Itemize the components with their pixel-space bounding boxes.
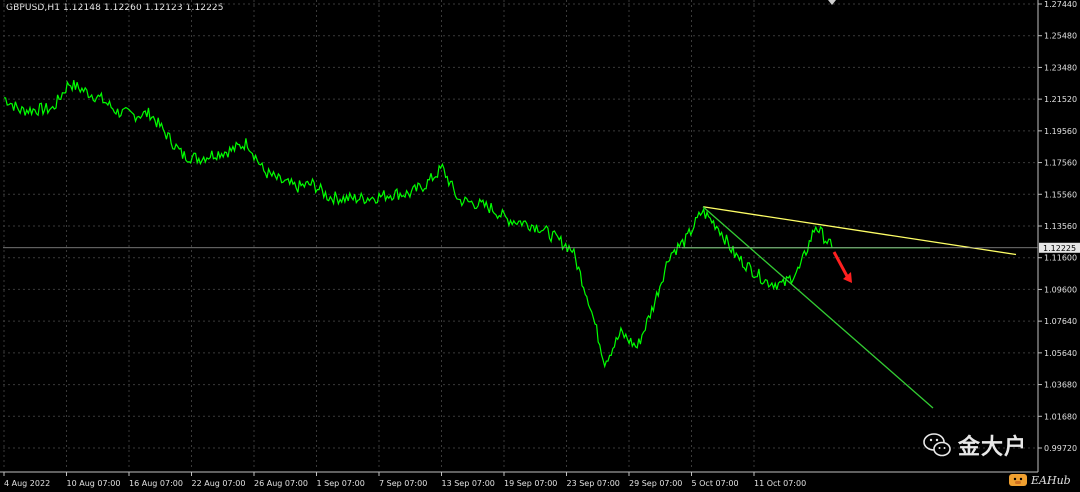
price-tick-label: 1.07640: [1044, 317, 1077, 326]
red-arrow-shaft: [832, 251, 850, 279]
time-tick-label: 10 Aug 07:00: [67, 479, 121, 488]
price-tick-label: 1.15560: [1044, 190, 1077, 199]
current-price-label: 1.12225: [1043, 244, 1076, 253]
price-tick-label: 1.25480: [1044, 32, 1077, 41]
wechat-watermark: 金大户: [922, 426, 1027, 464]
price-tick-label: 1.13560: [1044, 222, 1077, 231]
price-series: [3, 80, 833, 369]
price-tick-label: 1.27440: [1044, 0, 1077, 9]
price-chart[interactable]: 1.27440 1.25480 1.23480 1.21520 1.19560 1.175…: [0, 0, 1080, 492]
price-tick-label: 1.09600: [1044, 285, 1077, 294]
price-tick-label: 1.01680: [1044, 412, 1077, 421]
time-axis: 4 Aug 2022 10 Aug 07:00 16 Aug 07:00 22 Aug…: [3, 472, 806, 488]
time-tick-label: 29 Sep 07:00: [629, 479, 682, 488]
price-tick-label: 1.17560: [1044, 159, 1077, 168]
price-tick-label: 1.21520: [1044, 95, 1077, 104]
chart-grid: [0, 0, 1039, 473]
time-tick-label: 7 Sep 07:00: [379, 479, 427, 488]
eahub-text: EAHub: [1031, 473, 1071, 487]
time-tick-label: 5 Oct 07:00: [692, 479, 739, 488]
price-tick-label: 0.99720: [1044, 444, 1077, 453]
time-tick-label: 26 Aug 07:00: [254, 479, 308, 488]
price-line: [3, 80, 833, 369]
price-tick-label: 1.05640: [1044, 349, 1077, 358]
price-tick-label: 1.11600: [1044, 254, 1077, 263]
time-tick-label: 16 Aug 07:00: [129, 479, 183, 488]
price-tick-label: 1.23480: [1044, 63, 1077, 72]
time-tick-label: 13 Sep 07:00: [442, 479, 495, 488]
time-tick-label: 19 Sep 07:00: [504, 479, 557, 488]
drawn-objects: [682, 206, 1017, 409]
eahub-logo: EAHub: [1008, 470, 1078, 490]
time-tick-label: 22 Aug 07:00: [192, 479, 246, 488]
price-tick-label: 1.03680: [1044, 381, 1077, 390]
wechat-icon: [923, 433, 951, 457]
time-tick-label: 23 Sep 07:00: [567, 479, 620, 488]
time-tick-label: 1 Sep 07:00: [317, 479, 365, 488]
time-tick-label: 11 Oct 07:00: [754, 479, 806, 488]
eahub-pig-icon: [1009, 474, 1027, 486]
time-tick-label: 4 Aug 2022: [4, 479, 50, 488]
watermark-text: 金大户: [958, 435, 1028, 460]
price-tick-label: 1.19560: [1044, 127, 1077, 136]
